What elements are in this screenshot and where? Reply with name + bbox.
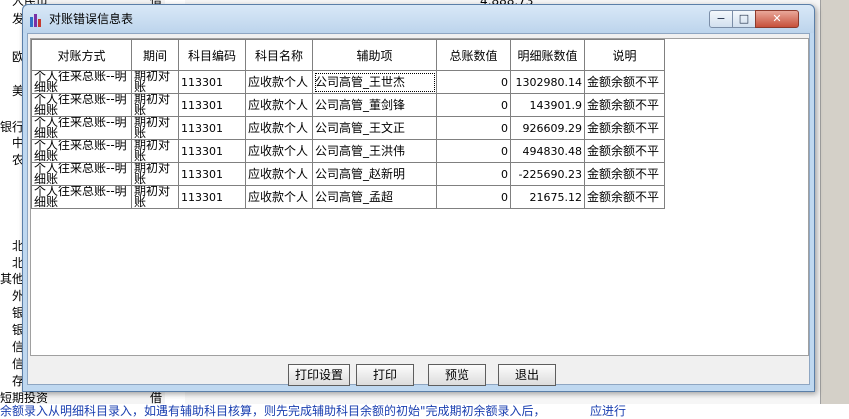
preview-button[interactable]: 预览: [428, 364, 486, 386]
cell-auxiliary[interactable]: 公司高管_董剑锋: [312, 93, 437, 117]
column-header[interactable]: 对账方式: [31, 39, 132, 71]
table-row[interactable]: 个人往来总账--明细账 期初对账 113301 应收款个人 公司高管_孟超 0 …: [31, 185, 665, 209]
cell-detail-value[interactable]: 143901.9: [510, 93, 585, 117]
status-text: 余额录入从明细科目录入，如遇有辅助科目核算，则先完成辅助科目余额的初始"完成期初…: [0, 404, 546, 418]
cell-period[interactable]: 期初对账: [131, 116, 179, 140]
cell-ledger-value[interactable]: 0: [436, 116, 511, 140]
cell-method[interactable]: 个人往来总账--明细账: [31, 139, 132, 163]
cell-code[interactable]: 113301: [178, 116, 246, 140]
cell-subject-name[interactable]: 应收款个人: [245, 139, 313, 163]
cell-code[interactable]: 113301: [178, 70, 246, 94]
cell-auxiliary[interactable]: 公司高管_王文正: [312, 116, 437, 140]
dialog-client-area: 对账方式 期间 科目编码 科目名称 辅助项 总账数值 明细账数值 说明 个人往来…: [27, 33, 810, 386]
column-header[interactable]: 科目名称: [245, 39, 313, 71]
cell-detail-value[interactable]: 21675.12: [510, 185, 585, 209]
cell-detail-value[interactable]: 494830.48: [510, 139, 585, 163]
column-header[interactable]: 说明: [584, 39, 665, 71]
cell-subject-name[interactable]: 应收款个人: [245, 185, 313, 209]
dialog-title: 对账错误信息表: [49, 12, 134, 26]
cell-period[interactable]: 期初对账: [131, 185, 179, 209]
cell-code[interactable]: 113301: [178, 185, 246, 209]
cell-auxiliary[interactable]: 公司高管_王世杰: [312, 70, 437, 94]
cell-subject-name[interactable]: 应收款个人: [245, 70, 313, 94]
cell-note[interactable]: 金额余额不平: [584, 70, 665, 94]
cell-ledger-value[interactable]: 0: [436, 162, 511, 186]
cell-detail-value[interactable]: 1302980.14: [510, 70, 585, 94]
cell-ledger-value[interactable]: 0: [436, 185, 511, 209]
table-row[interactable]: 个人往来总账--明细账 期初对账 113301 应收款个人 公司高管_王洪伟 0…: [31, 139, 665, 163]
bg-label: 银行: [0, 120, 25, 134]
cell-period[interactable]: 期初对账: [131, 139, 179, 163]
column-header[interactable]: 明细账数值: [510, 39, 585, 71]
background-scroll-area: [820, 0, 849, 404]
cell-subject-name[interactable]: 应收款个人: [245, 93, 313, 117]
table-row[interactable]: 个人往来总账--明细账 期初对账 113301 应收款个人 公司高管_王文正 0…: [31, 116, 665, 140]
cell-detail-value[interactable]: -225690.23: [510, 162, 585, 186]
table-row[interactable]: 个人往来总账--明细账 期初对账 113301 应收款个人 公司高管_董剑锋 0…: [31, 93, 665, 117]
cell-period[interactable]: 期初对账: [131, 93, 179, 117]
status-text-right: 应进行: [590, 404, 627, 418]
cell-subject-name[interactable]: 应收款个人: [245, 116, 313, 140]
cell-code[interactable]: 113301: [178, 139, 246, 163]
cell-ledger-value[interactable]: 0: [436, 139, 511, 163]
cell-ledger-value[interactable]: 0: [436, 70, 511, 94]
cell-code[interactable]: 113301: [178, 93, 246, 117]
column-header[interactable]: 总账数值: [436, 39, 511, 71]
reconciliation-error-dialog: 对账错误信息表 − □ ✕ 对账方式 期间 科目编码 科目名称 辅助项 总账数值…: [22, 4, 815, 392]
cell-method[interactable]: 个人往来总账--明细账: [31, 70, 132, 94]
cell-subject-name[interactable]: 应收款个人: [245, 162, 313, 186]
table-row[interactable]: 个人往来总账--明细账 期初对账 113301 应收款个人 公司高管_王世杰 0…: [31, 70, 665, 94]
cell-auxiliary[interactable]: 公司高管_孟超: [312, 185, 437, 209]
cell-detail-value[interactable]: 926609.29: [510, 116, 585, 140]
column-header[interactable]: 辅助项: [312, 39, 437, 71]
minimize-button[interactable]: −: [709, 10, 733, 28]
cell-ledger-value[interactable]: 0: [436, 93, 511, 117]
cell-code[interactable]: 113301: [178, 162, 246, 186]
cell-note[interactable]: 金额余额不平: [584, 185, 665, 209]
table-header-row: 对账方式 期间 科目编码 科目名称 辅助项 总账数值 明细账数值 说明: [31, 39, 665, 71]
print-button[interactable]: 打印: [356, 364, 414, 386]
dialog-titlebar[interactable]: 对账错误信息表 − □ ✕: [23, 5, 814, 33]
cell-auxiliary[interactable]: 公司高管_赵新明: [312, 162, 437, 186]
cell-note[interactable]: 金额余额不平: [584, 162, 665, 186]
bg-label: 短期投资: [0, 391, 49, 405]
maximize-button[interactable]: □: [732, 10, 756, 28]
cell-note[interactable]: 金额余额不平: [584, 116, 665, 140]
app-icon: [30, 14, 41, 27]
status-bar: 余额录入从明细科目录入，如遇有辅助科目核算，则先完成辅助科目余额的初始"完成期初…: [0, 404, 849, 419]
bg-label: 其他: [0, 272, 25, 286]
cell-method[interactable]: 个人往来总账--明细账: [31, 162, 132, 186]
cell-method[interactable]: 个人往来总账--明细账: [31, 185, 132, 209]
bg-side-mark: 借: [150, 391, 163, 405]
cell-period[interactable]: 期初对账: [131, 70, 179, 94]
column-header[interactable]: 科目编码: [178, 39, 246, 71]
cell-note[interactable]: 金额余额不平: [584, 139, 665, 163]
column-header[interactable]: 期间: [131, 39, 179, 71]
exit-button[interactable]: 退出: [498, 364, 556, 386]
table-row[interactable]: 个人往来总账--明细账 期初对账 113301 应收款个人 公司高管_赵新明 0…: [31, 162, 665, 186]
close-button[interactable]: ✕: [755, 10, 799, 28]
error-grid[interactable]: 对账方式 期间 科目编码 科目名称 辅助项 总账数值 明细账数值 说明 个人往来…: [30, 38, 809, 356]
cell-method[interactable]: 个人往来总账--明细账: [31, 93, 132, 117]
print-setup-button[interactable]: 打印设置: [288, 364, 350, 386]
cell-method[interactable]: 个人往来总账--明细账: [31, 116, 132, 140]
cell-period[interactable]: 期初对账: [131, 162, 179, 186]
cell-auxiliary[interactable]: 公司高管_王洪伟: [312, 139, 437, 163]
cell-note[interactable]: 金额余额不平: [584, 93, 665, 117]
error-table: 对账方式 期间 科目编码 科目名称 辅助项 总账数值 明细账数值 说明 个人往来…: [31, 39, 665, 209]
